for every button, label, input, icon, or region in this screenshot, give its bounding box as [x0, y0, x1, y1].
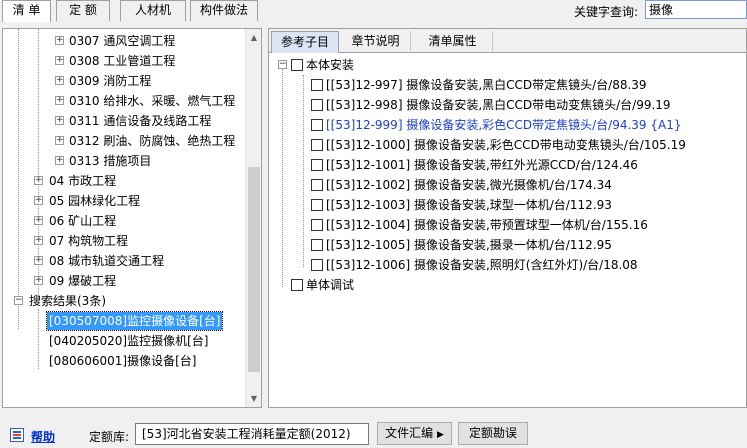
tree-item[interactable]: + 0310 给排水、采暖、燃气工程	[3, 91, 237, 111]
tree-item[interactable]: + 0309 消防工程	[3, 71, 153, 91]
quota-item[interactable]: [[53]12-997] 摄像设备安装,黑白CCD带定焦镜头/台/88.39	[269, 75, 739, 95]
group-checkbox[interactable]	[291, 59, 303, 71]
quota-lib-label: 定额库:	[89, 430, 130, 444]
tab-bill[interactable]: 清 单	[2, 0, 51, 22]
tree-item[interactable]: + 0308 工业管道工程	[3, 51, 177, 71]
tree-item[interactable]: + 0311 通信设备及线路工程	[3, 111, 213, 131]
item-checkbox[interactable]	[311, 159, 323, 171]
tree-item[interactable]: + 08 城市轨道交通工程	[3, 251, 166, 271]
tree-item[interactable]: + 05 园林绿化工程	[3, 191, 142, 211]
tab-component-method[interactable]: 构件做法	[190, 0, 258, 21]
quota-item[interactable]: [[53]12-1002] 摄像设备安装,微光摄像机/台/174.34	[269, 175, 739, 195]
expand-icon[interactable]: +	[34, 236, 43, 245]
expand-icon[interactable]: +	[55, 56, 64, 65]
collapse-icon[interactable]: −	[14, 296, 23, 305]
group-unit-debug[interactable]: 单体调试	[269, 275, 739, 295]
item-checkbox[interactable]	[311, 179, 323, 191]
expand-icon[interactable]: +	[55, 96, 64, 105]
tree-item[interactable]: + 07 构筑物工程	[3, 231, 130, 251]
expand-icon[interactable]: +	[34, 216, 43, 225]
quota-item[interactable]: [[53]12-998] 摄像设备安装,黑白CCD带电动变焦镜头/台/99.19	[269, 95, 739, 115]
tree-item[interactable]: + 06 矿山工程	[3, 211, 118, 231]
item-checkbox[interactable]	[311, 259, 323, 271]
tree-item[interactable]: + 0312 刷油、防腐蚀、绝热工程	[3, 131, 237, 151]
quota-item[interactable]: [[53]12-1003] 摄像设备安装,球型一体机/台/112.93	[269, 195, 739, 215]
quota-item[interactable]: [[53]12-1001] 摄像设备安装,带红外光源CCD/台/124.46	[269, 155, 739, 175]
quota-item[interactable]: [[53]12-1006] 摄像设备安装,照明灯(含红外灯)/台/18.08	[269, 255, 739, 275]
tree-item[interactable]: + 09 爆破工程	[3, 271, 118, 291]
detail-tab-bar: 参考子目 章节说明 清单属性	[269, 29, 746, 53]
tab-chapter-notes[interactable]: 章节说明	[341, 31, 411, 53]
expand-icon[interactable]: +	[34, 276, 43, 285]
arrow-right-icon: ▶	[436, 430, 444, 440]
search-result-item[interactable]: [030507008]监控摄像设备[台]	[3, 311, 224, 331]
quota-lib-select[interactable]: [53]河北省安装工程消耗量定额(2012)	[135, 423, 369, 445]
quota-item-matched[interactable]: [[53]12-999] 摄像设备安装,彩色CCD带定焦镜头/台/94.39 {…	[269, 115, 739, 135]
expand-icon[interactable]: +	[34, 176, 43, 185]
tree-item[interactable]: + 04 市政工程	[3, 171, 118, 191]
search-result-item[interactable]: [080606001]摄像设备[台]	[3, 351, 198, 371]
quota-errata-button[interactable]: 定额勘误	[458, 422, 528, 445]
tab-quota[interactable]: 定 额	[56, 0, 110, 21]
scroll-thumb[interactable]	[248, 167, 260, 372]
scroll-up-icon[interactable]: ▲	[246, 29, 261, 46]
tree-item[interactable]: + 0313 措施项目	[3, 151, 153, 171]
detail-panel: 参考子目 章节说明 清单属性 − 本体安装 [[53]12-997] 摄像设备安…	[268, 28, 747, 408]
top-tab-bar: 清 单 定 额 人材机 构件做法 关键字查询:	[0, 0, 747, 22]
group-body-install[interactable]: − 本体安装	[269, 55, 739, 75]
item-checkbox[interactable]	[311, 139, 323, 151]
expand-icon[interactable]: +	[55, 36, 64, 45]
tree-scrollbar[interactable]: ▲ ▼	[245, 29, 261, 407]
item-checkbox[interactable]	[311, 99, 323, 111]
help-link[interactable]: 帮助	[31, 428, 55, 445]
search-result-item[interactable]: [040205020]监控摄像机[台]	[3, 331, 210, 351]
item-checkbox[interactable]	[311, 239, 323, 251]
expand-icon[interactable]: +	[55, 116, 64, 125]
expand-icon[interactable]: +	[55, 156, 64, 165]
quota-item[interactable]: [[53]12-1000] 摄像设备安装,彩色CCD带电动变焦镜头/台/105.…	[269, 135, 739, 155]
tree-item[interactable]: + 0307 通风空调工程	[3, 31, 177, 51]
expand-icon[interactable]: +	[55, 76, 64, 85]
collapse-icon[interactable]: −	[278, 60, 287, 69]
tab-reference-items[interactable]: 参考子目	[271, 31, 339, 53]
search-label: 关键字查询:	[574, 5, 639, 19]
item-checkbox[interactable]	[311, 79, 323, 91]
expand-icon[interactable]: +	[34, 196, 43, 205]
help-icon[interactable]	[10, 428, 24, 442]
quota-item[interactable]: [[53]12-1004] 摄像设备安装,带预置球型一体机/台/155.16	[269, 215, 739, 235]
expand-icon[interactable]: +	[34, 256, 43, 265]
group-checkbox[interactable]	[291, 279, 303, 291]
item-checkbox[interactable]	[311, 119, 323, 131]
quota-item[interactable]: [[53]12-1005] 摄像设备安装,摄录一体机/台/112.95	[269, 235, 739, 255]
tree-item-search-results[interactable]: − 搜索结果(3条)	[3, 291, 108, 311]
item-checkbox[interactable]	[311, 219, 323, 231]
expand-icon[interactable]: +	[55, 136, 64, 145]
tab-bill-properties[interactable]: 清单属性	[413, 31, 493, 53]
search-input[interactable]	[645, 0, 747, 19]
item-checkbox[interactable]	[311, 199, 323, 211]
file-compilation-button[interactable]: 文件汇编 ▶	[377, 422, 452, 445]
chapter-tree: + 0307 通风空调工程 + 0308 工业管道工程 + 0309 消防工程 …	[2, 28, 262, 408]
scroll-down-icon[interactable]: ▼	[246, 390, 261, 407]
tab-materials[interactable]: 人材机	[120, 0, 186, 21]
